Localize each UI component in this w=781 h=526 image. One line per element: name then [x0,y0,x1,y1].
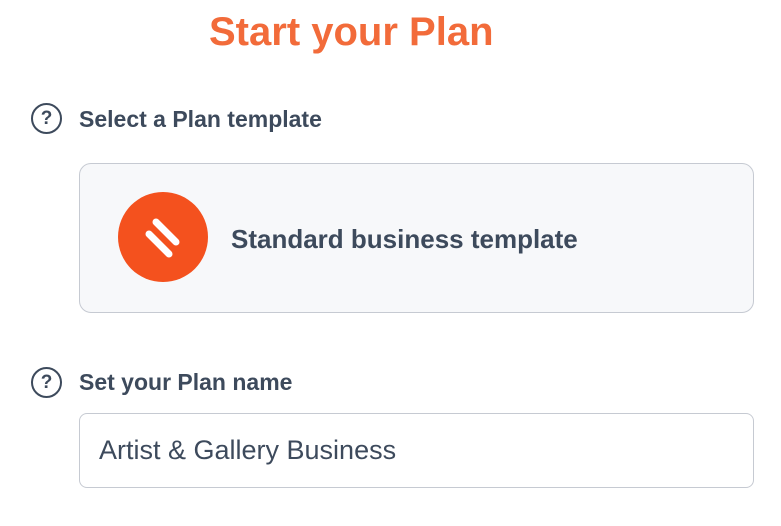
brand-stripes-icon [118,192,208,282]
question-circle-icon[interactable]: ? [31,367,62,398]
plan-name-input[interactable] [79,413,754,488]
plan-name-label: Set your Plan name [79,369,293,395]
brand-stripes-glyph [145,218,180,258]
page-title: Start your Plan [209,10,494,54]
question-circle-icon[interactable]: ? [31,103,62,134]
template-name: Standard business template [231,224,578,254]
start-plan-page: Start your Plan ? Select a Plan template… [0,0,781,526]
template-card[interactable]: Standard business template [79,163,754,313]
select-template-label: Select a Plan template [79,106,322,132]
